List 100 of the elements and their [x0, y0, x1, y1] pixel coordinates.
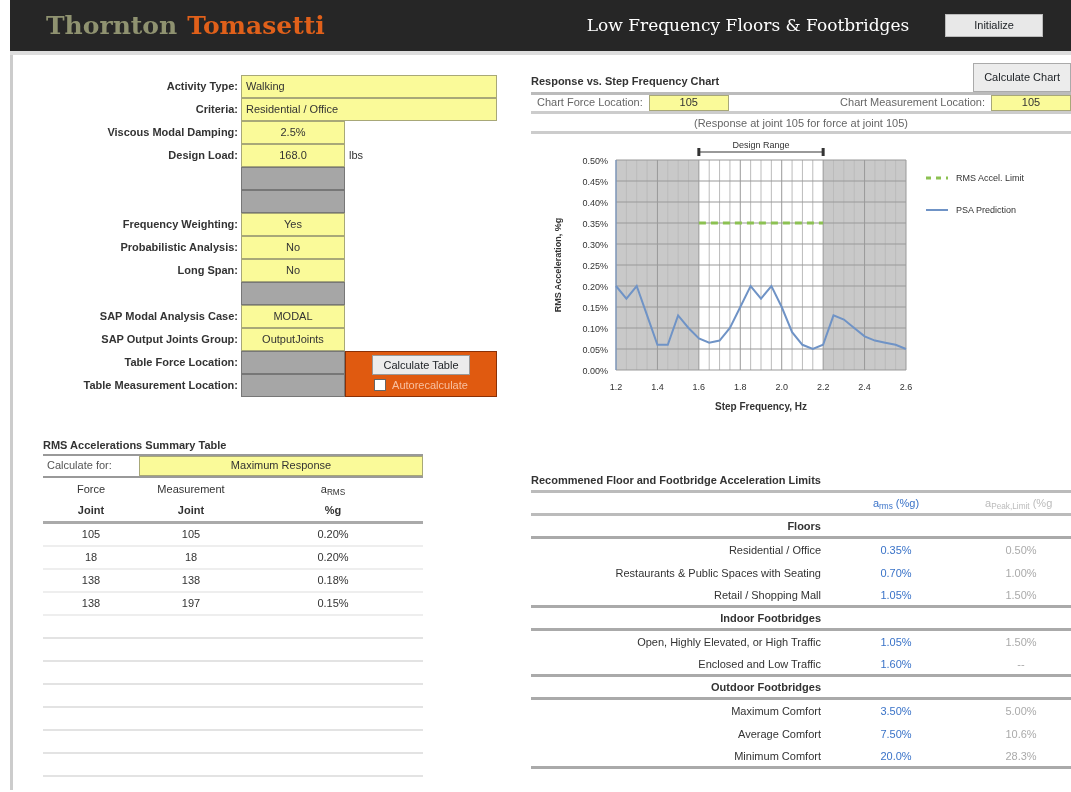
input-field[interactable]: 2.5% — [241, 121, 345, 144]
column-header: a$_{Peak,Limit}$ (%g — [984, 495, 1054, 512]
field-label: Activity Type: — [165, 79, 239, 95]
group-heading: Outdoor Footbridges — [710, 679, 821, 695]
row-label: Retail / Shopping Mall — [713, 587, 821, 603]
tick-label: 0.05% — [582, 344, 608, 354]
column-header: %g — [323, 503, 343, 519]
field-label: SAP Output Joints Group: — [100, 332, 239, 348]
tick-label: 1.6 — [692, 381, 706, 392]
table-cell-text: 138 — [80, 595, 102, 611]
table-cell-text: 105 — [180, 526, 202, 542]
input-field[interactable]: MODAL — [241, 305, 345, 328]
chart-title: Response vs. Step Frequency Chart — [531, 74, 720, 89]
row-label: Enclosed and Low Traffic — [697, 656, 821, 672]
tick-label: 0.10% — [582, 323, 608, 333]
tick-label: 0.15% — [582, 302, 608, 312]
table-cell-text: 3.50% — [879, 704, 913, 720]
tick-label: 0.45% — [582, 176, 608, 186]
field-label: Chart Measurement Location: — [839, 95, 986, 111]
row-label: Restaurants & Public Spaces with Seating — [614, 566, 821, 582]
table-cell-text: 10.6% — [1004, 727, 1038, 743]
calculate-chart-button[interactable]: Calculate Chart — [973, 63, 1071, 92]
input-field[interactable]: Yes — [241, 213, 345, 236]
tick-label: 1.8 — [734, 381, 747, 392]
table-cell-text: 105 — [80, 526, 102, 542]
table-cell-text: 18 — [183, 549, 199, 565]
field-label: Calculate for: — [46, 458, 113, 474]
table-cell-text: 18 — [83, 549, 99, 565]
select-field[interactable]: Maximum Response — [139, 455, 423, 476]
field-label: Viscous Modal Damping: — [106, 125, 239, 141]
column-header: Force — [75, 481, 107, 497]
tick-label: 2.6 — [899, 381, 913, 392]
row-label: Residential / Office — [727, 543, 821, 559]
field-label: Long Span: — [176, 263, 239, 279]
tick-label: 0.25% — [582, 260, 608, 270]
input-field[interactable]: 105 — [648, 94, 729, 111]
table-cell-text: 28.3% — [1004, 748, 1038, 764]
input-field[interactable]: OutputJoints — [241, 328, 345, 351]
input-field[interactable]: No — [241, 259, 345, 282]
initialize-button[interactable]: Initialize — [945, 14, 1043, 37]
row-label: Average Comfort — [737, 727, 821, 743]
table-cell-text: 1.60% — [879, 656, 913, 672]
table-cell-text: 138 — [80, 572, 102, 588]
column-header: Measurement — [156, 481, 226, 497]
checkbox[interactable] — [374, 379, 387, 392]
column-header: Joint — [176, 503, 206, 519]
row-label: Maximum Comfort — [730, 704, 821, 720]
unit-label: lbs — [348, 148, 365, 164]
tick-label: 0.00% — [582, 365, 608, 375]
table-cell-text: 0.15% — [316, 595, 350, 611]
table-cell-text: -- — [1016, 656, 1026, 672]
logo-text: Tomasetti — [187, 9, 325, 42]
tick-label: 1.2 — [609, 381, 623, 392]
tick-label: 1.4 — [651, 381, 664, 392]
annotation-label: Design Range — [732, 139, 790, 150]
field-label: Probabilistic Analysis: — [119, 240, 239, 256]
column-header: a$_{rms}$ (%g) — [871, 495, 921, 512]
field-label: Frequency Weighting: — [121, 217, 239, 233]
field-label: Table Force Location: — [123, 355, 239, 371]
table-cell-text: 7.50% — [879, 727, 913, 743]
table-cell-text: 5.00% — [1004, 704, 1038, 720]
logo-text: Thornton — [46, 9, 178, 42]
table-cell-text: 197 — [180, 595, 202, 611]
input-field[interactable]: No — [241, 236, 345, 259]
calculate-table-button[interactable]: Calculate Table — [372, 354, 470, 375]
group-heading: Floors — [786, 518, 821, 534]
column-header: a$_{RMS}$ — [319, 481, 347, 498]
column-header: Joint — [76, 503, 106, 519]
table-cell-text: 0.20% — [316, 526, 350, 542]
row-label: Open, Highly Elevated, or High Traffic — [636, 635, 821, 651]
input-field[interactable]: 105 — [991, 94, 1071, 111]
table-cell-text: 0.70% — [879, 566, 913, 582]
input-field[interactable]: 168.0 — [241, 144, 345, 167]
row-label: Minimum Comfort — [733, 748, 821, 764]
tick-label: 0.35% — [582, 218, 608, 228]
legend-label: PSA Prediction — [956, 204, 1017, 215]
tick-label: 2.2 — [816, 381, 830, 392]
field-label: Design Load: — [167, 148, 239, 164]
group-heading: Indoor Footbridges — [719, 610, 821, 626]
app-title: Low Frequency Floors & Footbridges — [586, 13, 910, 37]
table-title: Recommened Floor and Footbridge Acceleration Limits — [531, 471, 1071, 493]
table-cell-text: 0.50% — [1004, 543, 1038, 559]
tick-label: 0.30% — [582, 239, 608, 249]
axis-title: Step Frequency, Hz — [714, 400, 808, 412]
axis-title: RMS Acceleration, %g — [553, 217, 563, 312]
legend-swatch — [925, 208, 949, 211]
field-label: Chart Force Location: — [536, 95, 644, 111]
input-field[interactable]: Walking — [241, 75, 497, 98]
table-cell-text: 0.35% — [879, 543, 913, 559]
input-field[interactable]: Residential / Office — [241, 98, 497, 121]
tick-label: 2.0 — [775, 381, 788, 392]
legend-label: RMS Accel. Limit — [956, 172, 1024, 183]
table-cell-text: 0.20% — [316, 549, 350, 565]
table-cell-text: 0.18% — [316, 572, 350, 588]
checkbox-label: Autorecalculate — [392, 378, 468, 393]
tick-label: 0.20% — [582, 281, 608, 291]
table-cell-text: 1.50% — [1004, 587, 1038, 603]
field-label: SAP Modal Analysis Case: — [98, 309, 239, 325]
table-cell-text: 20.0% — [879, 748, 913, 764]
field-label: Criteria: — [194, 102, 239, 118]
